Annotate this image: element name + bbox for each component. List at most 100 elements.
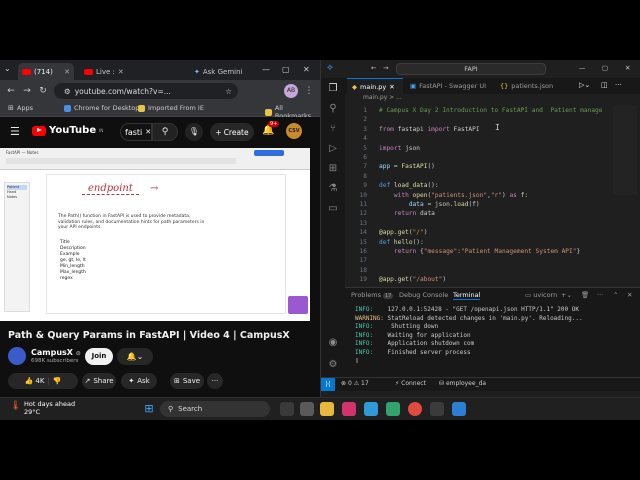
youtube-avatar[interactable]: CSV	[286, 123, 302, 139]
vscode-taskbar-icon[interactable]	[452, 402, 466, 416]
panel-more-icon[interactable]: ···	[597, 291, 603, 299]
terminal-name[interactable]: ▭ uvicorn	[525, 291, 557, 299]
save-button[interactable]: ⊞ Save	[170, 373, 204, 389]
voice-search-button[interactable]: 🎙	[185, 123, 203, 141]
workspace-name: FAPI	[464, 65, 478, 73]
profile-avatar[interactable]: AB	[284, 84, 298, 98]
weather-widget[interactable]: 🌡 Hot days ahead 29°C	[10, 400, 75, 416]
account-icon[interactable]: ◉	[326, 336, 340, 350]
close-window-icon[interactable]: ✕	[303, 65, 310, 74]
verified-icon: ⊙	[75, 350, 81, 357]
remote-explorer-icon[interactable]: ▭	[326, 202, 340, 216]
youtube-logo[interactable]: YouTube IN	[32, 125, 103, 136]
explorer-icon[interactable]: ❐	[326, 82, 340, 96]
minimize-icon[interactable]: —	[579, 64, 586, 72]
share-button[interactable]: ↗ Share	[82, 373, 116, 389]
testing-icon[interactable]: ⚗	[326, 182, 340, 196]
bookmark-apps[interactable]: ⊞ Apps	[8, 104, 33, 112]
close-icon[interactable]: ✕	[389, 83, 394, 91]
tab-live[interactable]: Live : ✕	[80, 63, 130, 80]
terminal-taskbar-icon[interactable]	[430, 402, 444, 416]
close-window-icon[interactable]: ✕	[625, 64, 630, 72]
new-terminal-icon[interactable]: +⌄	[561, 291, 572, 299]
tab-main-py[interactable]: ◆ main.py ✕	[347, 78, 403, 94]
more-button[interactable]: ···	[207, 373, 223, 389]
tab-gemini[interactable]: ✦ Ask Gemini	[190, 63, 250, 80]
windows-start-icon[interactable]: ⊞	[142, 402, 156, 416]
bookmark-star-icon[interactable]: ☆	[225, 87, 232, 96]
video-player[interactable]: FastAPI — Notes Patient Hand Notes endpo…	[0, 148, 310, 321]
tab-search-icon[interactable]: ⌄	[4, 64, 11, 73]
breadcrumb[interactable]: main.py > ...	[345, 94, 640, 105]
extensions-icon[interactable]: ⊞	[326, 162, 340, 176]
log-level: INFO:	[355, 306, 374, 313]
run-debug-icon[interactable]: ▷	[326, 142, 340, 156]
join-button[interactable]: Join	[85, 348, 113, 365]
db-status[interactable]: ⛁ employee_da	[439, 380, 486, 387]
channel-name[interactable]: CampusX ⊙	[31, 348, 81, 357]
chrome-taskbar-icon[interactable]	[408, 402, 422, 416]
tab-terminal[interactable]: Terminal	[453, 291, 481, 300]
terminal-output[interactable]: INFO: 127.0.0.1:52428 - "GET /openapi.js…	[355, 306, 635, 366]
widgets-icon[interactable]	[300, 402, 314, 416]
video-title: Path & Query Params in FastAPI | Video 4…	[8, 330, 290, 341]
maximize-panel-icon[interactable]: ⌃	[613, 291, 618, 299]
line-number: 18	[359, 266, 367, 274]
bookmark-chrome[interactable]: Chrome for Desktop	[64, 104, 139, 112]
log-text: Finished server process	[373, 348, 471, 356]
taskbar-search[interactable]: ⚲ Search	[160, 401, 270, 417]
site-info-icon[interactable]: ⚙	[64, 87, 71, 96]
search-icon[interactable]: ⚲	[326, 102, 340, 116]
subscribed-bell-button[interactable]: 🔔⌄	[117, 348, 153, 365]
file-explorer-icon[interactable]	[320, 402, 334, 416]
problems-status[interactable]: ⊗ 0 ⚠ 17	[341, 380, 369, 387]
hamburger-icon[interactable]: ☰	[10, 125, 20, 138]
back-icon[interactable]: ←	[371, 64, 376, 72]
bookmark-imported[interactable]: Imported From IE	[138, 104, 204, 112]
clear-search-icon[interactable]: ✕	[145, 128, 151, 136]
tab-patients-json[interactable]: {} patients.json	[495, 78, 565, 94]
forward-icon[interactable]: →	[383, 64, 388, 72]
minimap[interactable]	[613, 105, 637, 195]
forward-icon[interactable]: →	[20, 84, 34, 98]
command-center[interactable]: FAPI	[396, 63, 546, 75]
code-editor[interactable]: 1 # Campus X Day 2 Introduction to FastAP…	[345, 105, 640, 287]
minimize-icon[interactable]: —	[262, 65, 270, 74]
back-icon[interactable]: ←	[4, 84, 18, 98]
edge-icon[interactable]	[364, 402, 378, 416]
maximize-icon[interactable]: ▢	[282, 65, 290, 74]
split-editor-icon[interactable]: ◫	[601, 81, 608, 89]
reload-icon[interactable]: ↻	[36, 84, 50, 98]
kill-terminal-icon[interactable]: 🗑	[581, 291, 589, 299]
task-view-icon[interactable]	[280, 402, 294, 416]
line-number: 17	[359, 257, 367, 265]
dislike-icon[interactable]: 👎	[53, 377, 62, 385]
tab-problems[interactable]: Problems 17	[351, 291, 394, 299]
like-button[interactable]: 👍 4K	[24, 377, 44, 385]
more-actions-icon[interactable]: ···	[615, 81, 622, 89]
address-bar[interactable]: ⚙ youtube.com/watch?v=... ☆	[54, 83, 238, 99]
copilot-icon[interactable]	[342, 402, 356, 416]
remote-indicator-icon[interactable]: ⟩⟨	[321, 378, 335, 391]
source-control-icon[interactable]: ⑂	[326, 122, 340, 136]
ask-button[interactable]: ✦ Ask	[121, 373, 157, 389]
channel-avatar[interactable]	[8, 347, 26, 365]
maximize-icon[interactable]: ▢	[602, 64, 608, 72]
store-icon[interactable]	[386, 402, 400, 416]
settings-gear-icon[interactable]: ⚙	[326, 358, 340, 372]
close-panel-icon[interactable]: ✕	[627, 291, 632, 299]
create-button[interactable]: + Create	[210, 123, 254, 141]
tab-youtube[interactable]: (714) ✕	[18, 63, 74, 80]
run-python-icon[interactable]: ▷⌄	[579, 81, 590, 89]
status-bar: ⟩⟨ ⊗ 0 ⚠ 17 ⚡ Connect ⛁ employee_da	[321, 377, 640, 391]
menu-dots-icon[interactable]: ⋮	[302, 84, 316, 98]
code-line: with open("patients.json","r") as f:	[393, 191, 529, 199]
connect-status[interactable]: ⚡ Connect	[395, 380, 426, 387]
tab-swagger[interactable]: ▣ FastAPI - Swagger UI	[405, 78, 493, 94]
code-line: # Campus X Day 2 Introduction to FastAPI…	[379, 107, 603, 114]
close-icon[interactable]: ✕	[64, 68, 70, 76]
close-icon[interactable]: ✕	[118, 68, 124, 76]
tab-debug-console[interactable]: Debug Console	[399, 291, 448, 299]
search-input[interactable]: fasti ✕	[120, 123, 152, 141]
search-button[interactable]: ⚲	[152, 123, 178, 141]
